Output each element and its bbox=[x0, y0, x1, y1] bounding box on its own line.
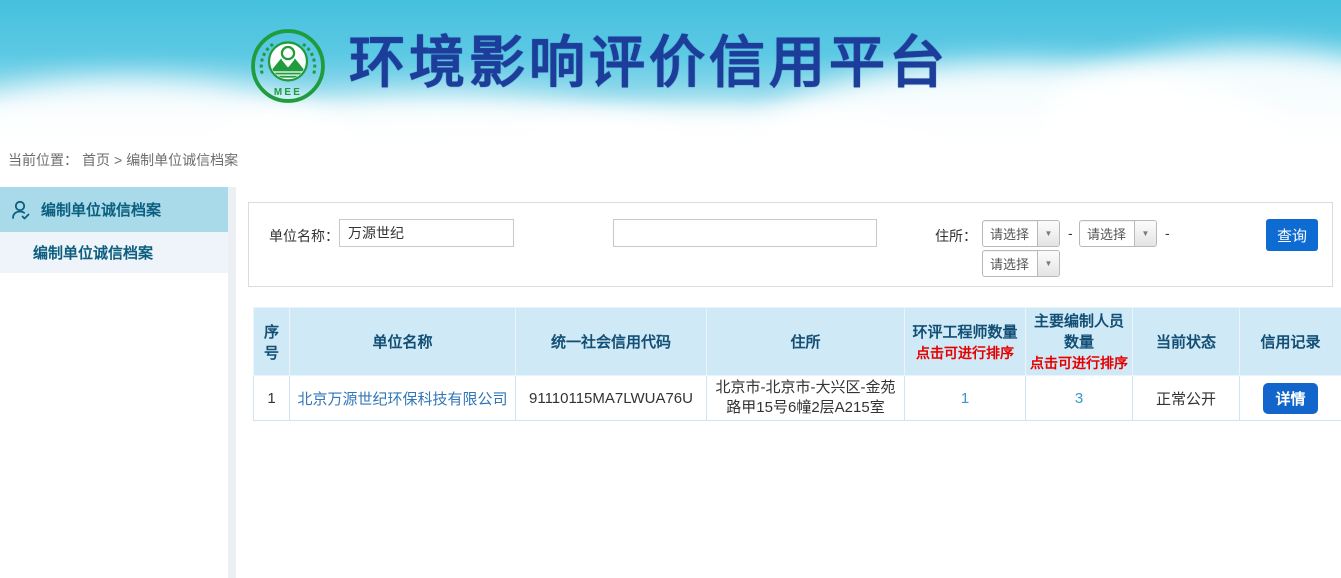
breadcrumb-home-link[interactable]: 首页 bbox=[82, 152, 110, 168]
column-address: 住所 bbox=[707, 308, 905, 376]
cell-seq: 1 bbox=[254, 376, 290, 421]
table-row: 1 北京万源世纪环保科技有限公司 91110115MA7LWUA76U 北京市-… bbox=[254, 376, 1341, 421]
sidebar-divider bbox=[228, 187, 236, 578]
breadcrumb-prefix: 当前位置： bbox=[8, 152, 78, 168]
page: MEE 环境影响评价信用平台 当前位置：首页>编制单位诚信档案 编制单位诚信档案… bbox=[0, 0, 1341, 578]
detail-button[interactable]: 详情 bbox=[1263, 383, 1317, 414]
column-seq: 序号 bbox=[254, 308, 290, 376]
sidebar-group-label: 编制单位诚信档案 bbox=[41, 199, 161, 220]
column-status: 当前状态 bbox=[1133, 308, 1240, 376]
province-select[interactable]: 请选择 ▼ bbox=[982, 220, 1060, 247]
cell-staff-count: 3 bbox=[1026, 376, 1133, 421]
column-code: 统一社会信用代码 bbox=[516, 308, 707, 376]
column-credit-record: 信用记录 bbox=[1240, 308, 1341, 376]
sort-hint: 点击可进行排序 bbox=[909, 343, 1021, 363]
address-dash: - bbox=[1165, 225, 1170, 241]
cell-engineer-count: 1 bbox=[905, 376, 1026, 421]
staff-count-link[interactable]: 3 bbox=[1075, 390, 1083, 407]
results-table: 序号 单位名称 统一社会信用代码 住所 环评工程师数量 点击可进行排序 主要编制… bbox=[253, 307, 1341, 421]
chevron-down-icon: ▼ bbox=[1037, 221, 1059, 246]
search-panel: 单位名称： 统一社会信用代码： 住所： 请选择 ▼ - 请选择 ▼ - 请选择 … bbox=[248, 202, 1333, 287]
chevron-down-icon: ▼ bbox=[1037, 251, 1059, 276]
credit-code-input[interactable] bbox=[613, 219, 877, 247]
company-link[interactable]: 北京万源世纪环保科技有限公司 bbox=[297, 391, 507, 408]
address-dash: - bbox=[1068, 225, 1073, 241]
chevron-down-icon: ▼ bbox=[1134, 221, 1156, 246]
column-engineer-count-sortable[interactable]: 环评工程师数量 点击可进行排序 bbox=[905, 308, 1026, 376]
company-name-input[interactable] bbox=[339, 219, 514, 247]
cell-code: 91110115MA7LWUA76U bbox=[516, 376, 707, 421]
breadcrumb-separator: > bbox=[114, 152, 122, 168]
sidebar-sub-label: 编制单位诚信档案 bbox=[33, 242, 153, 263]
cell-credit-record: 详情 bbox=[1240, 376, 1341, 421]
cell-status: 正常公开 bbox=[1133, 376, 1240, 421]
breadcrumb: 当前位置：首页>编制单位诚信档案 bbox=[8, 150, 242, 170]
column-staff-count-sortable[interactable]: 主要编制人员数量 点击可进行排序 bbox=[1026, 308, 1133, 376]
sidebar-item-archive[interactable]: 编制单位诚信档案 bbox=[0, 232, 228, 273]
sort-hint: 点击可进行排序 bbox=[1030, 353, 1128, 373]
column-company: 单位名称 bbox=[290, 308, 516, 376]
city-select-value: 请选择 bbox=[1080, 224, 1134, 243]
table-header-row: 序号 单位名称 统一社会信用代码 住所 环评工程师数量 点击可进行排序 主要编制… bbox=[254, 308, 1341, 376]
engineer-count-link[interactable]: 1 bbox=[961, 390, 969, 407]
province-select-value: 请选择 bbox=[983, 224, 1037, 243]
user-check-icon bbox=[9, 198, 33, 222]
company-name-label: 单位名称： bbox=[269, 226, 339, 246]
cell-address: 北京市-北京市-大兴区-金苑路甲15号6幢2层A215室 bbox=[707, 376, 905, 421]
address-label: 住所： bbox=[935, 226, 977, 246]
district-select-value: 请选择 bbox=[983, 254, 1037, 273]
logo-text: MEE bbox=[274, 87, 302, 98]
district-select[interactable]: 请选择 ▼ bbox=[982, 250, 1060, 277]
city-select[interactable]: 请选择 ▼ bbox=[1079, 220, 1157, 247]
sidebar-item-archive-group[interactable]: 编制单位诚信档案 bbox=[0, 187, 228, 232]
search-button[interactable]: 查询 bbox=[1266, 219, 1318, 251]
mee-logo-icon: MEE bbox=[250, 27, 326, 105]
cell-company: 北京万源世纪环保科技有限公司 bbox=[290, 376, 516, 421]
page-title: 环境影响评价信用平台 bbox=[349, 33, 949, 93]
breadcrumb-current: 编制单位诚信档案 bbox=[126, 152, 238, 168]
